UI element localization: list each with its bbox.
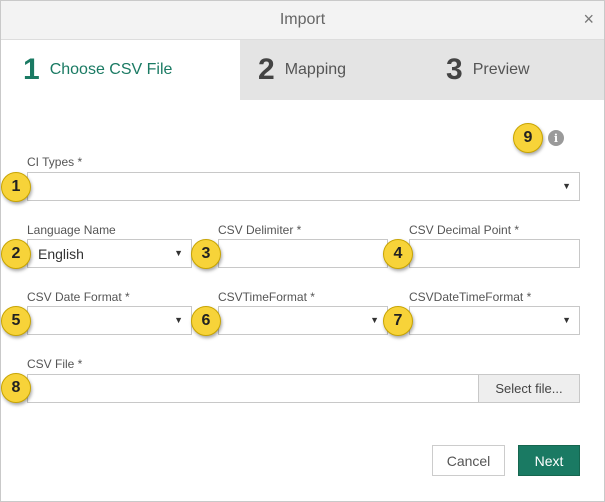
csv-date-format-label: CSV Date Format * <box>27 290 130 304</box>
close-icon[interactable]: × <box>583 9 594 29</box>
callout-badge-3: 3 <box>191 239 221 269</box>
language-name-label: Language Name <box>27 223 116 237</box>
chevron-down-icon: ▼ <box>370 315 379 325</box>
tab-label: Choose CSV File <box>49 61 173 78</box>
ci-types-label: CI Types * <box>27 155 83 169</box>
csv-file-label: CSV File * <box>27 357 83 371</box>
tab-number: 1 <box>23 53 40 86</box>
chevron-down-icon: ▼ <box>562 315 571 325</box>
tab-choose-csv-file[interactable]: 1 Choose CSV File <box>1 40 240 100</box>
callout-badge-1: 1 <box>1 172 31 202</box>
csv-time-format-select[interactable]: ▼ <box>218 306 388 335</box>
chevron-down-icon: ▼ <box>174 315 183 325</box>
callout-badge-8: 8 <box>1 373 31 403</box>
csv-datetime-format-select[interactable]: ▼ <box>409 306 580 335</box>
callout-badge-2: 2 <box>1 239 31 269</box>
language-name-value: English <box>38 245 84 262</box>
language-name-select[interactable]: English ▼ <box>27 239 192 268</box>
tab-preview[interactable]: 3 Preview <box>426 40 604 100</box>
tab-number: 3 <box>446 53 463 86</box>
callout-badge-9: 9 <box>513 123 543 153</box>
chevron-down-icon: ▼ <box>174 248 183 258</box>
csv-file-input[interactable] <box>27 374 479 403</box>
tab-label: Mapping <box>284 61 347 78</box>
dialog-title: Import <box>279 11 326 28</box>
csv-date-format-select[interactable]: ▼ <box>27 306 192 335</box>
csv-decimal-point-label: CSV Decimal Point * <box>409 223 520 237</box>
callout-badge-5: 5 <box>1 306 31 336</box>
info-icon[interactable]: i <box>548 130 564 146</box>
csv-datetime-format-label: CSVDateTimeFormat * <box>409 290 532 304</box>
csv-decimal-point-input[interactable] <box>409 239 580 268</box>
cancel-button[interactable]: Cancel <box>432 445 505 476</box>
import-dialog: Import × 1 Choose CSV File 2 Mapping 3 P… <box>0 0 605 502</box>
chevron-down-icon: ▼ <box>562 181 571 191</box>
csv-time-format-label: CSVTimeFormat * <box>218 290 315 304</box>
callout-badge-4: 4 <box>383 239 413 269</box>
csv-delimiter-input[interactable] <box>218 239 388 268</box>
tab-number: 2 <box>258 53 275 86</box>
next-button[interactable]: Next <box>518 445 580 476</box>
ci-types-select[interactable]: ▼ <box>27 172 580 201</box>
callout-badge-6: 6 <box>191 306 221 336</box>
csv-delimiter-label: CSV Delimiter * <box>218 223 302 237</box>
tab-mapping[interactable]: 2 Mapping <box>240 40 420 100</box>
wizard-tabs: 1 Choose CSV File 2 Mapping 3 Preview <box>1 40 604 100</box>
title-bar: Import × <box>1 1 604 40</box>
select-file-button[interactable]: Select file... <box>478 374 580 403</box>
callout-badge-7: 7 <box>383 306 413 336</box>
tab-label: Preview <box>472 61 530 78</box>
